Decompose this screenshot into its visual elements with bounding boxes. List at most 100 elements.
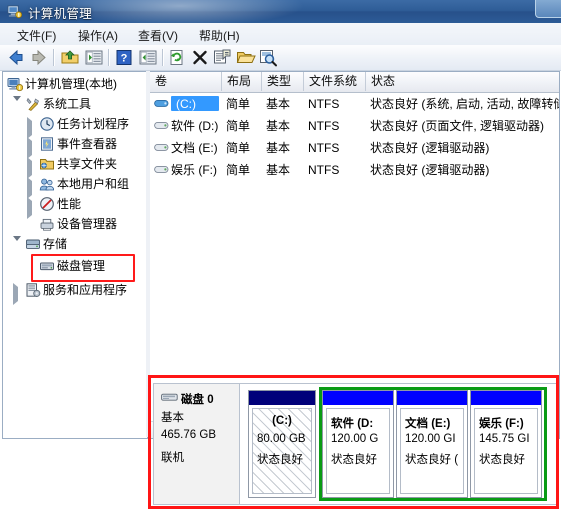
cell-volume: 娱乐 (F:): [171, 163, 217, 177]
sidebar-label-storage: 存储: [43, 237, 68, 251]
graphical-disk-view: 磁盘 0 基本 465.76 GB 联机 (C:) 80.00 GB 状态良好 …: [153, 383, 559, 505]
expander-down-icon[interactable]: [13, 236, 22, 255]
partition-size-c: 80.00 GB: [257, 433, 306, 445]
svg-text:?: ?: [121, 53, 128, 65]
partition-c[interactable]: (C:) 80.00 GB 状态良好: [248, 390, 316, 498]
sidebar-item-disk-management[interactable]: 磁盘管理: [27, 258, 105, 275]
table-row[interactable]: 文档 (E:) 简单 基本 NTFS 状态良好 (逻辑驱动器): [150, 138, 559, 158]
clock-icon: [40, 117, 54, 131]
partition-size-f: 145.75 GI: [479, 433, 530, 445]
sidebar-label-shared-folders: 共享文件夹: [57, 157, 118, 171]
sidebar-label-system-tools: 系统工具: [43, 97, 92, 111]
show-hide-tree-icon[interactable]: [84, 48, 104, 67]
sidebar-item-shared-folders[interactable]: 共享文件夹: [27, 156, 118, 179]
expander-right-icon[interactable]: [27, 117, 36, 139]
column-volume[interactable]: 卷: [150, 72, 222, 91]
table-row[interactable]: 软件 (D:) 简单 基本 NTFS 状态良好 (页面文件, 逻辑驱动器): [150, 116, 559, 136]
cell-filesystem: NTFS: [308, 163, 340, 177]
menu-help[interactable]: 帮助(H): [196, 26, 243, 45]
cell-filesystem: NTFS: [308, 119, 340, 133]
partition-status-d: 状态良好: [331, 454, 377, 466]
disk-name: 磁盘 0: [181, 394, 214, 406]
tree-root-computer-management[interactable]: 计算机管理(本地): [7, 76, 117, 93]
sidebar-label-disk-management: 磁盘管理: [57, 259, 106, 273]
title-glow: [55, 0, 305, 23]
sidebar-item-device-manager[interactable]: 设备管理器: [27, 216, 117, 233]
volume-icon: [154, 165, 169, 173]
partition-status-f: 状态良好: [479, 454, 525, 466]
volume-icon: [154, 121, 169, 129]
device-manager-icon: [40, 218, 54, 231]
disk-icon: [161, 393, 178, 401]
menu-action[interactable]: 操作(A): [75, 26, 121, 45]
menu-file[interactable]: 文件(F): [14, 26, 59, 45]
open-folder-icon[interactable]: [236, 48, 256, 67]
shared-folder-icon: [40, 159, 54, 170]
cell-filesystem: NTFS: [308, 97, 340, 111]
partition-body-e: 文档 (E:) 120.00 GI 状态良好 (: [400, 408, 464, 494]
column-filesystem[interactable]: 文件系统: [304, 72, 366, 91]
properties-icon[interactable]: [212, 48, 232, 67]
sidebar-item-event-viewer[interactable]: 事件查看器: [27, 136, 118, 159]
expander-right-icon[interactable]: [27, 197, 36, 219]
sidebar-item-task-scheduler[interactable]: 任务计划程序: [27, 116, 130, 139]
cell-status: 状态良好 (系统, 启动, 活动, 故障转储: [370, 97, 559, 111]
expander-right-icon[interactable]: [13, 283, 22, 305]
window-control-button[interactable]: [535, 0, 561, 18]
sidebar-label-event-viewer: 事件查看器: [57, 137, 118, 151]
partition-d[interactable]: 软件 (D: 120.00 G 状态良好: [322, 390, 394, 498]
back-arrow-icon[interactable]: [6, 48, 26, 67]
cell-type: 基本: [266, 163, 291, 177]
help-question-icon[interactable]: ?: [114, 48, 134, 67]
sidebar-item-local-users-groups[interactable]: 本地用户和组: [27, 176, 129, 199]
partition-body-f: 娱乐 (F:) 145.75 GI 状态良好: [474, 408, 538, 494]
cell-status: 状态良好 (逻辑驱动器): [370, 141, 490, 155]
table-row[interactable]: (C:) 简单 基本 NTFS 状态良好 (系统, 启动, 活动, 故障转储: [150, 94, 559, 114]
sidebar-item-storage[interactable]: 存储: [13, 236, 68, 255]
cell-status: 状态良好 (页面文件, 逻辑驱动器): [370, 119, 544, 133]
menu-bar: 文件(F) 操作(A) 查看(V) 帮助(H): [0, 23, 561, 46]
disk-capacity: 465.76 GB: [161, 429, 216, 441]
column-layout[interactable]: 布局: [222, 72, 262, 91]
expander-right-icon[interactable]: [27, 137, 36, 159]
table-row[interactable]: 娱乐 (F:) 简单 基本 NTFS 状态良好 (逻辑驱动器): [150, 160, 559, 180]
partition-e[interactable]: 文档 (E:) 120.00 GI 状态良好 (: [396, 390, 468, 498]
search-magnifier-icon[interactable]: [258, 48, 278, 67]
column-type[interactable]: 类型: [262, 72, 304, 91]
cell-type: 基本: [266, 141, 291, 155]
partition-size-e: 120.00 GI: [405, 433, 456, 445]
properties-pane-icon[interactable]: [138, 48, 158, 67]
storage-icon: [26, 239, 40, 249]
expander-right-icon[interactable]: [27, 177, 36, 199]
expander-down-icon[interactable]: [13, 96, 22, 115]
cell-type: 基本: [266, 97, 291, 111]
cell-filesystem: NTFS: [308, 141, 340, 155]
partition-size-d: 120.00 G: [331, 433, 379, 445]
column-status[interactable]: 状态: [366, 72, 559, 91]
tools-icon: [26, 97, 39, 111]
sidebar-label-services-applications: 服务和应用程序: [43, 283, 128, 297]
sidebar-label-performance: 性能: [57, 197, 82, 211]
cell-volume: (C:): [176, 97, 196, 111]
sidebar-item-system-tools[interactable]: 系统工具: [13, 96, 92, 115]
sidebar-item-services-applications[interactable]: 服务和应用程序: [13, 282, 128, 305]
cell-status: 状态良好 (逻辑驱动器): [370, 163, 490, 177]
partition-bar-d: [323, 391, 393, 405]
disk-info-panel[interactable]: 磁盘 0 基本 465.76 GB 联机: [154, 384, 240, 504]
toolbar-separator-3: [162, 49, 163, 66]
up-folder-icon[interactable]: [60, 48, 80, 67]
menu-view[interactable]: 查看(V): [135, 26, 181, 45]
partition-f[interactable]: 娱乐 (F:) 145.75 GI 状态良好: [470, 390, 542, 498]
disk-state: 联机: [161, 452, 184, 464]
partition-body-d: 软件 (D: 120.00 G 状态良好: [326, 408, 390, 494]
cell-layout: 简单: [226, 141, 251, 155]
delete-x-icon[interactable]: [190, 48, 210, 67]
forward-arrow-icon[interactable]: [29, 48, 49, 67]
toolbar-separator-2: [108, 49, 109, 66]
refresh-icon[interactable]: [167, 48, 187, 67]
sidebar-label-task-scheduler: 任务计划程序: [57, 117, 130, 131]
expander-right-icon[interactable]: [27, 157, 36, 179]
partition-area: (C:) 80.00 GB 状态良好 软件 (D: 120.00 G 状态良好 …: [242, 384, 558, 504]
sidebar-item-performance[interactable]: 性能: [27, 196, 82, 219]
partition-bar-c: [249, 391, 315, 405]
